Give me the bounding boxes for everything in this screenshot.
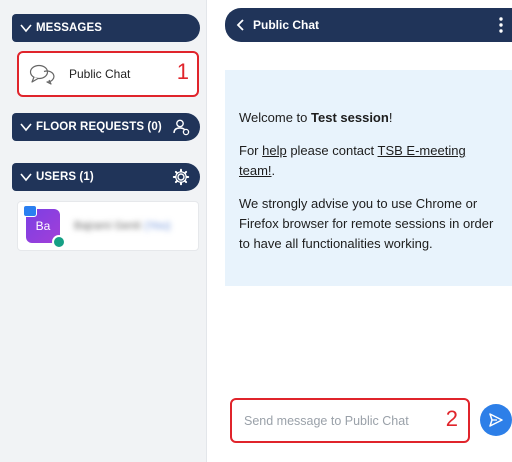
chevron-down-icon — [20, 24, 32, 33]
messages-section-header[interactable]: MESSAGES — [12, 14, 200, 42]
user-request-icon[interactable] — [172, 118, 190, 136]
welcome-prefix: Welcome to — [239, 110, 312, 125]
chat-title: Public Chat — [253, 18, 320, 32]
chevron-down-icon — [20, 123, 32, 132]
user-name: Bajrami Genti (You) — [74, 220, 171, 232]
gear-icon[interactable] — [172, 168, 190, 186]
welcome-suffix: ! — [388, 110, 393, 125]
browser-advice-line: We strongly advise you to use Chrome or … — [239, 196, 494, 251]
help-prefix: For — [239, 143, 263, 158]
annotation-number-1: 1 — [176, 59, 189, 84]
presenter-badge-icon — [23, 205, 37, 217]
floor-requests-section-title: FLOOR REQUESTS (0) — [36, 121, 162, 133]
messages-section-title: MESSAGES — [36, 22, 102, 34]
public-chat-item[interactable]: Public Chat 1 — [17, 51, 199, 97]
welcome-message: Welcome to Test session! For help please… — [225, 70, 512, 286]
help-line: For help please contact TSB E-meeting te… — [239, 141, 498, 181]
chat-header: Public Chat — [225, 8, 512, 42]
message-input-container: 2 — [230, 398, 470, 443]
sidebar: MESSAGES Public Chat 1 FLOOR REQUESTS (0… — [0, 0, 207, 462]
avatar: Ba — [23, 205, 66, 249]
users-section-header[interactable]: USERS (1) — [12, 163, 200, 191]
help-suffix: . — [271, 163, 276, 178]
help-middle: please contact — [286, 143, 378, 158]
user-name-text: Bajrami Genti — [74, 220, 141, 232]
chat-bubbles-icon — [29, 64, 55, 85]
chevron-down-icon — [20, 173, 32, 182]
user-role-text: (You) — [144, 220, 171, 232]
welcome-line: Welcome to Test session! — [239, 108, 498, 128]
floor-requests-section-header[interactable]: FLOOR REQUESTS (0) — [12, 113, 200, 141]
help-link[interactable]: help — [262, 143, 287, 158]
session-name: Test session — [311, 110, 389, 125]
public-chat-label: Public Chat — [69, 67, 131, 81]
more-vertical-icon[interactable] — [498, 16, 504, 34]
annotation-number-2: 2 — [445, 406, 458, 431]
users-section-title: USERS (1) — [36, 171, 94, 183]
headset-badge-icon — [52, 235, 66, 249]
user-list-item[interactable]: Ba Bajrami Genti (You) — [17, 201, 199, 251]
send-icon — [489, 413, 503, 427]
chevron-left-icon[interactable] — [235, 18, 247, 32]
send-button[interactable] — [480, 404, 512, 436]
message-input[interactable] — [232, 400, 432, 441]
avatar-initials: Ba — [35, 219, 51, 233]
